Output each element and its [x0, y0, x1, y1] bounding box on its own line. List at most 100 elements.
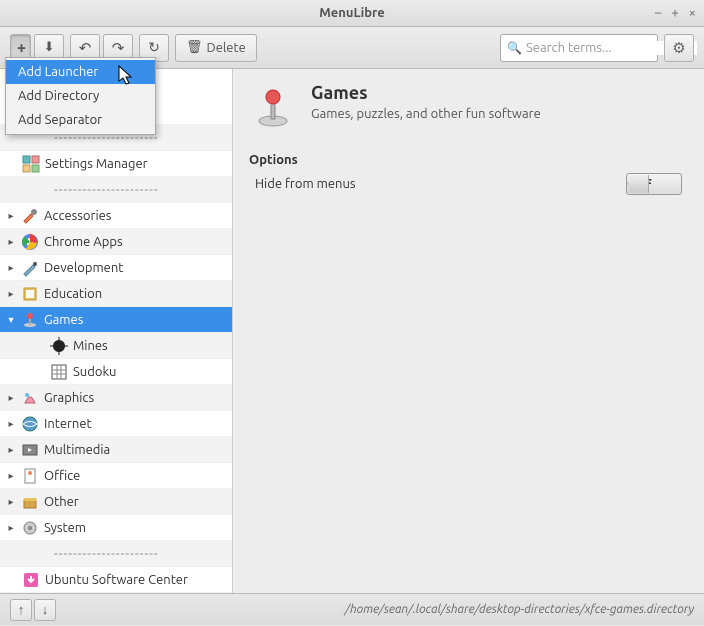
category-development[interactable]: ▸ Development — [0, 255, 232, 281]
statusbar: /home/sean/.local/share/desktop-director… — [0, 593, 704, 625]
tree-label: System — [44, 521, 86, 535]
category-description: Games, puzzles, and other fun software — [311, 107, 541, 121]
expand-icon[interactable]: ▸ — [6, 210, 16, 222]
tree-label: Development — [44, 261, 123, 275]
expand-icon[interactable]: ▸ — [6, 496, 16, 508]
tree-label: Settings Manager — [45, 157, 148, 171]
tree-label: Internet — [44, 417, 92, 431]
dropdown-item-add-directory[interactable]: Add Directory — [6, 84, 155, 108]
expand-icon[interactable]: ▸ — [6, 288, 16, 300]
category-title: Games — [311, 83, 541, 103]
expand-icon[interactable]: ▸ — [6, 262, 16, 274]
maximize-button[interactable]: + — [671, 6, 678, 20]
accessories-icon — [21, 207, 39, 225]
category-accessories[interactable]: ▸ Accessories — [0, 203, 232, 229]
category-internet[interactable]: ▸ Internet — [0, 411, 232, 437]
graphics-icon — [21, 389, 39, 407]
save-icon — [44, 40, 55, 55]
other-icon — [21, 493, 39, 511]
status-path: /home/sean/.local/share/desktop-director… — [345, 603, 694, 616]
titlebar: MenuLibre – + × — [0, 0, 704, 27]
chrome-icon — [21, 233, 39, 251]
dev-icon — [21, 259, 39, 277]
move-up-button[interactable] — [10, 599, 32, 621]
tree-label: Mines — [73, 339, 108, 353]
minimize-button[interactable]: – — [655, 6, 661, 20]
settings-button[interactable] — [664, 34, 694, 62]
tree-label: Games — [44, 313, 83, 327]
internet-icon — [21, 415, 39, 433]
tree-label: Other — [44, 495, 79, 509]
category-other[interactable]: ▸ Other — [0, 489, 232, 515]
hide-toggle[interactable]: OFF — [626, 173, 682, 195]
item-settings-manager[interactable]: Settings Manager — [0, 151, 232, 177]
tree-label: Sudoku — [73, 365, 116, 379]
category-multimedia[interactable]: ▸ Multimedia — [0, 437, 232, 463]
expand-icon[interactable]: ▸ — [6, 522, 16, 534]
delete-button[interactable]: Delete — [175, 34, 257, 62]
close-button[interactable]: × — [689, 6, 696, 20]
category-office[interactable]: ▸ Office — [0, 463, 232, 489]
tree-label: Ubuntu Software Center — [45, 573, 188, 587]
options-heading: Options — [249, 153, 688, 167]
dropdown-item-add-separator[interactable]: Add Separator — [6, 108, 155, 132]
tree-label: Graphics — [44, 391, 94, 405]
add-dropdown: Add LauncherAdd DirectoryAdd Separator — [5, 57, 156, 135]
expand-icon[interactable]: ▸ — [6, 444, 16, 456]
search-box[interactable] — [500, 34, 658, 62]
window-title: MenuLibre — [319, 6, 385, 20]
delete-label: Delete — [207, 41, 246, 55]
category-games[interactable]: ▾ Games — [0, 307, 232, 333]
move-down-button[interactable] — [34, 599, 56, 621]
gear-icon — [672, 39, 685, 57]
hide-option-row: Hide from menus OFF — [249, 171, 688, 197]
refresh-icon — [148, 39, 160, 56]
item-ubuntu-software-center[interactable]: Ubuntu Software Center — [0, 567, 232, 593]
category-tree[interactable]: ---------------------- Settings Manager --… — [0, 69, 232, 593]
tree-label: Education — [44, 287, 102, 301]
multimedia-icon — [21, 441, 39, 459]
tree-label: Chrome Apps — [44, 235, 123, 249]
item-sudoku[interactable]: Sudoku — [0, 359, 232, 385]
usc-icon — [22, 571, 40, 589]
expand-icon[interactable]: ▾ — [6, 314, 16, 326]
search-icon — [507, 41, 522, 55]
sidebar: ---------------------- Settings Manager --… — [0, 69, 233, 593]
category-graphics[interactable]: ▸ Graphics — [0, 385, 232, 411]
expand-icon[interactable]: ▸ — [6, 470, 16, 482]
arrow-down-icon — [42, 602, 49, 617]
expand-icon[interactable]: ▸ — [6, 418, 16, 430]
item-mines[interactable]: Mines — [0, 333, 232, 359]
edu-icon — [21, 285, 39, 303]
tree-label: Multimedia — [44, 443, 110, 457]
sudoku-icon — [50, 363, 68, 381]
undo-icon — [79, 39, 92, 57]
arrow-up-icon — [18, 602, 25, 617]
main-area: ---------------------- Settings Manager --… — [0, 69, 704, 593]
system-icon — [21, 519, 39, 537]
category-education[interactable]: ▸ Education — [0, 281, 232, 307]
detail-pane: Games Games, puzzles, and other fun soft… — [233, 69, 704, 593]
settings-icon — [22, 155, 40, 173]
joystick-icon — [249, 83, 297, 131]
separator-row: ---------------------- — [0, 177, 232, 203]
expand-icon[interactable]: ▸ — [6, 392, 16, 404]
office-icon — [21, 467, 39, 485]
tree-label: Office — [44, 469, 80, 483]
mines-icon — [50, 337, 68, 355]
dropdown-item-add-launcher[interactable]: Add Launcher — [6, 60, 155, 84]
redo-icon — [112, 39, 125, 57]
tree-label: Accessories — [44, 209, 111, 223]
category-header: Games Games, puzzles, and other fun soft… — [249, 83, 688, 131]
window-controls: – + × — [655, 6, 696, 20]
separator-row: ---------------------- — [0, 541, 232, 567]
expand-icon[interactable]: ▸ — [6, 236, 16, 248]
category-chrome-apps[interactable]: ▸ Chrome Apps — [0, 229, 232, 255]
category-system[interactable]: ▸ System — [0, 515, 232, 541]
reorder-controls — [10, 599, 56, 621]
trash-icon — [186, 40, 203, 55]
toggle-state: OFF — [627, 177, 676, 191]
games-icon — [21, 311, 39, 329]
plus-icon — [17, 39, 26, 57]
hide-option-label: Hide from menus — [255, 177, 626, 191]
